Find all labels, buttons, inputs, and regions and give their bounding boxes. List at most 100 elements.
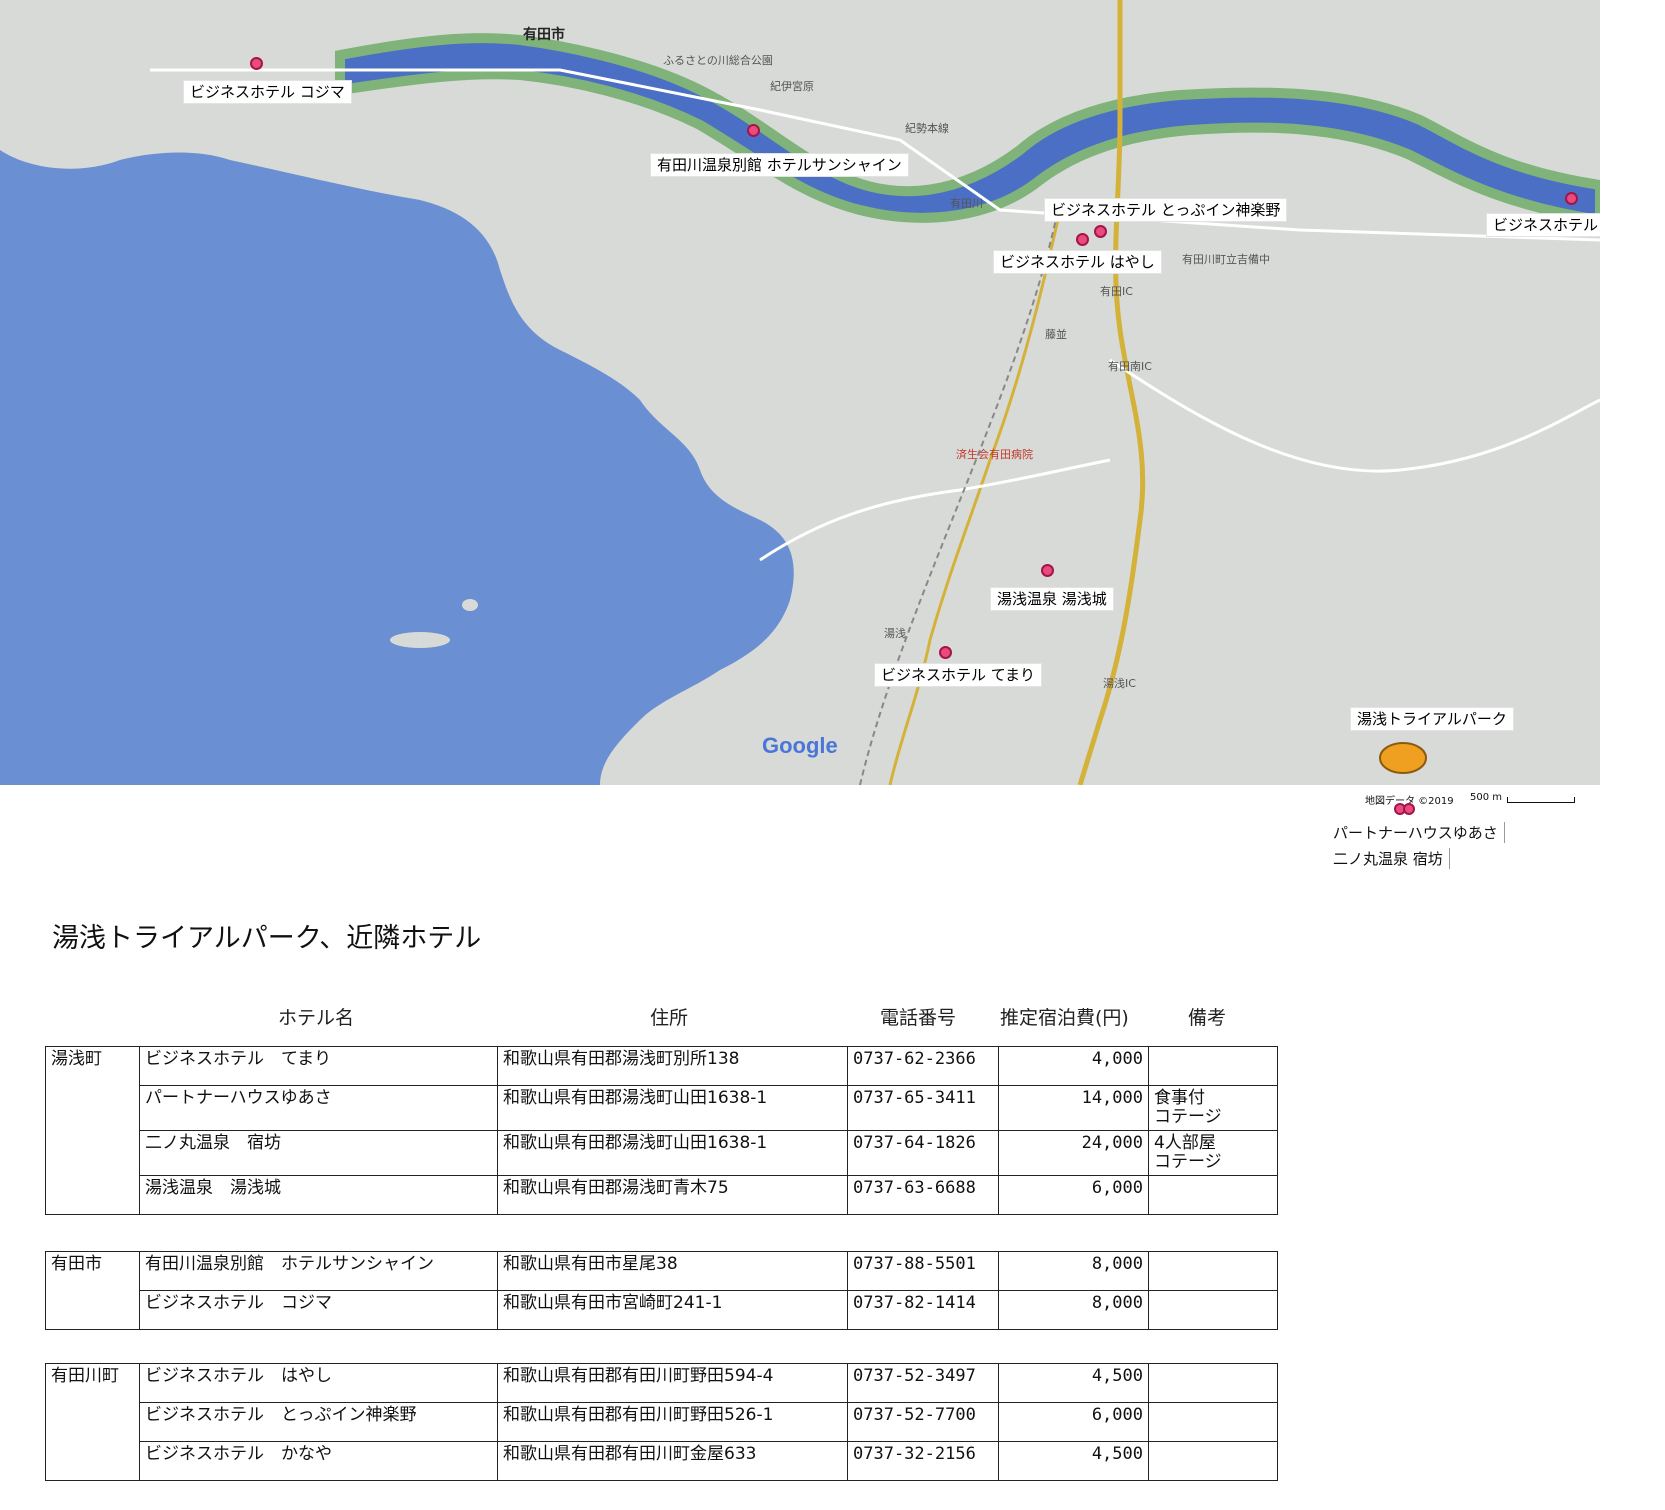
table-row: 二ノ丸温泉 宿坊 和歌山県有田郡湯浅町山田1638-1 0737-64-1826…: [46, 1130, 1278, 1176]
address-cell: 和歌山県有田郡湯浅町別所138: [497, 1046, 848, 1086]
map-label-hayashi: ビジネスホテル はやし: [993, 250, 1162, 274]
hotel-name-cell: パートナーハウスゆあさ: [139, 1085, 498, 1131]
hotel-marker-kanaya[interactable]: [1565, 192, 1578, 205]
header-phone: 電話番号: [880, 1007, 957, 1029]
map-label-sunshine: 有田川温泉別館 ホテルサンシャイン: [650, 153, 909, 177]
address-cell: 和歌山県有田郡湯浅町山田1638-1: [497, 1130, 848, 1176]
road: [1109, 358, 1600, 473]
place-furusato: ふるさとの川総合公園: [663, 54, 773, 67]
hotel-name-cell: ビジネスホテル かなや: [139, 1441, 498, 1481]
below-map-markers: [1394, 800, 1415, 819]
price-cell: 8,000: [998, 1251, 1149, 1291]
table-row: 有田川町 ビジネスホテル はやし 和歌山県有田郡有田川町野田594-4 0737…: [45, 1363, 1278, 1481]
hotel-marker-temari[interactable]: [939, 646, 952, 659]
address-cell: 和歌山県有田郡有田川町野田594-4: [497, 1363, 848, 1403]
hotel-name-cell: 二ノ丸温泉 宿坊: [139, 1130, 498, 1176]
road: [759, 458, 1111, 562]
hotel-marker-sunshine[interactable]: [747, 124, 760, 137]
place-river: 有田川: [950, 197, 983, 210]
map-scale-bar: [1507, 797, 1575, 803]
river: [335, 33, 1600, 226]
table-row: 有田市 有田川温泉別館 ホテルサンシャイン 和歌山県有田市星尾38 0737-8…: [45, 1251, 1278, 1330]
marker-dot: [1403, 803, 1415, 815]
header-notes: 備考: [1188, 1007, 1227, 1029]
hotel-name-cell: ビジネスホテル てまり: [139, 1046, 498, 1086]
place-line: 紀勢本線: [905, 122, 949, 135]
hotel-name-cell: ビジネスホテル とっぷイン神楽野: [139, 1402, 498, 1442]
hotel-name-cell: 有田川温泉別館 ホテルサンシャイン: [139, 1251, 498, 1291]
region-cell: 湯浅町: [45, 1046, 140, 1215]
hotel-table-arida-city: 有田市 有田川温泉別館 ホテルサンシャイン 和歌山県有田市星尾38 0737-8…: [45, 1251, 1278, 1330]
hotel-name-cell: 湯浅温泉 湯浅城: [139, 1175, 498, 1215]
phone-cell: 0737-88-5501: [847, 1251, 999, 1291]
phone-cell: 0737-65-3411: [847, 1085, 999, 1131]
hotel-table-yuasa: 湯浅町 ビジネスホテル てまり 和歌山県有田郡湯浅町別所138 0737-62-…: [45, 1046, 1278, 1215]
google-logo: Google: [762, 733, 838, 758]
place-arida-ic: 有田IC: [1100, 285, 1133, 298]
price-cell: 6,000: [998, 1175, 1149, 1215]
hotel-name-cell: ビジネスホテル コジマ: [139, 1290, 498, 1330]
price-cell: 4,000: [998, 1046, 1149, 1086]
hotel-marker-yuasajo[interactable]: [1041, 564, 1054, 577]
hotel-marker-hayashi[interactable]: [1076, 233, 1089, 246]
trial-park-marker: [1379, 742, 1427, 774]
map[interactable]: 有田市 紀伊宮原 ふるさとの川総合公園 有田川 紀勢本線 有田川町立吉備中 有田…: [0, 0, 1600, 785]
region-cell: 有田川町: [45, 1363, 140, 1481]
notes-cell: [1148, 1402, 1278, 1442]
island: [390, 632, 450, 648]
hotel-marker-toppuin[interactable]: [1094, 225, 1107, 238]
below-map-label-partner: パートナーハウスゆあさ: [1333, 822, 1505, 843]
map-label-temari: ビジネスホテル てまり: [874, 663, 1043, 687]
place-arida-minami-ic: 有田南IC: [1108, 360, 1152, 373]
notes-cell: [1148, 1046, 1278, 1086]
table-row: 湯浅温泉 湯浅城 和歌山県有田郡湯浅町青木75 0737-63-6688 6,0…: [46, 1175, 1278, 1215]
price-cell: 24,000: [998, 1130, 1149, 1176]
notes-cell: [1148, 1290, 1278, 1330]
place-hospital: 済生会有田病院: [956, 448, 1033, 461]
phone-cell: 0737-52-3497: [847, 1363, 999, 1403]
island: [462, 599, 478, 611]
document-title: 湯浅トライアルパーク、近隣ホテル: [52, 923, 482, 954]
phone-cell: 0737-32-2156: [847, 1441, 999, 1481]
map-base: [0, 0, 1600, 785]
price-cell: 4,500: [998, 1441, 1149, 1481]
address-cell: 和歌山県有田市星尾38: [497, 1251, 848, 1291]
place-kishu-miyahara: 紀伊宮原: [770, 80, 814, 93]
map-label-trialpark: 湯浅トライアルパーク: [1350, 707, 1514, 731]
address-cell: 和歌山県有田郡有田川町金屋633: [497, 1441, 848, 1481]
header-address: 住所: [650, 1007, 689, 1029]
notes-cell: 4人部屋 コテージ: [1148, 1130, 1278, 1176]
phone-cell: 0737-82-1414: [847, 1290, 999, 1330]
table-row: 湯浅町 ビジネスホテル てまり 和歌山県有田郡湯浅町別所138 0737-62-…: [45, 1046, 1278, 1215]
map-label-kojima: ビジネスホテル コジマ: [183, 80, 352, 104]
phone-cell: 0737-62-2366: [847, 1046, 999, 1086]
price-cell: 6,000: [998, 1402, 1149, 1442]
notes-cell: [1148, 1363, 1278, 1403]
phone-cell: 0737-52-7700: [847, 1402, 999, 1442]
hotel-marker-kojima[interactable]: [250, 57, 263, 70]
map-scale-label: 500 m: [1470, 792, 1503, 803]
railway: [859, 199, 1061, 785]
map-label-yuasajo: 湯浅温泉 湯浅城: [990, 587, 1114, 611]
phone-cell: 0737-64-1826: [847, 1130, 999, 1176]
notes-cell: [1148, 1251, 1278, 1291]
place-yuasa-station: 湯浅: [884, 627, 906, 640]
price-cell: 4,500: [998, 1363, 1149, 1403]
price-cell: 8,000: [998, 1290, 1149, 1330]
address-cell: 和歌山県有田郡湯浅町山田1638-1: [497, 1085, 848, 1131]
phone-cell: 0737-63-6688: [847, 1175, 999, 1215]
notes-cell: 食事付 コテージ: [1148, 1085, 1278, 1131]
below-map-label-ninomaru: 二ノ丸温泉 宿坊: [1333, 848, 1450, 869]
table-row: ビジネスホテル コジマ 和歌山県有田市宮崎町241-1 0737-82-1414…: [46, 1290, 1278, 1330]
table-row: ビジネスホテル かなや 和歌山県有田郡有田川町金屋633 0737-32-215…: [46, 1441, 1278, 1481]
place-kibi: 有田川町立吉備中: [1182, 253, 1270, 266]
address-cell: 和歌山県有田郡湯浅町青木75: [497, 1175, 848, 1215]
place-fujinami: 藤並: [1045, 328, 1067, 341]
place-yuasa-ic: 湯浅IC: [1103, 677, 1136, 690]
notes-cell: [1148, 1175, 1278, 1215]
table-row: パートナーハウスゆあさ 和歌山県有田郡湯浅町山田1638-1 0737-65-3…: [46, 1085, 1278, 1131]
address-cell: 和歌山県有田市宮崎町241-1: [497, 1290, 848, 1330]
hotel-table-aridagawa: 有田川町 ビジネスホテル はやし 和歌山県有田郡有田川町野田594-4 0737…: [45, 1363, 1278, 1481]
price-cell: 14,000: [998, 1085, 1149, 1131]
hotel-name-cell: ビジネスホテル はやし: [139, 1363, 498, 1403]
